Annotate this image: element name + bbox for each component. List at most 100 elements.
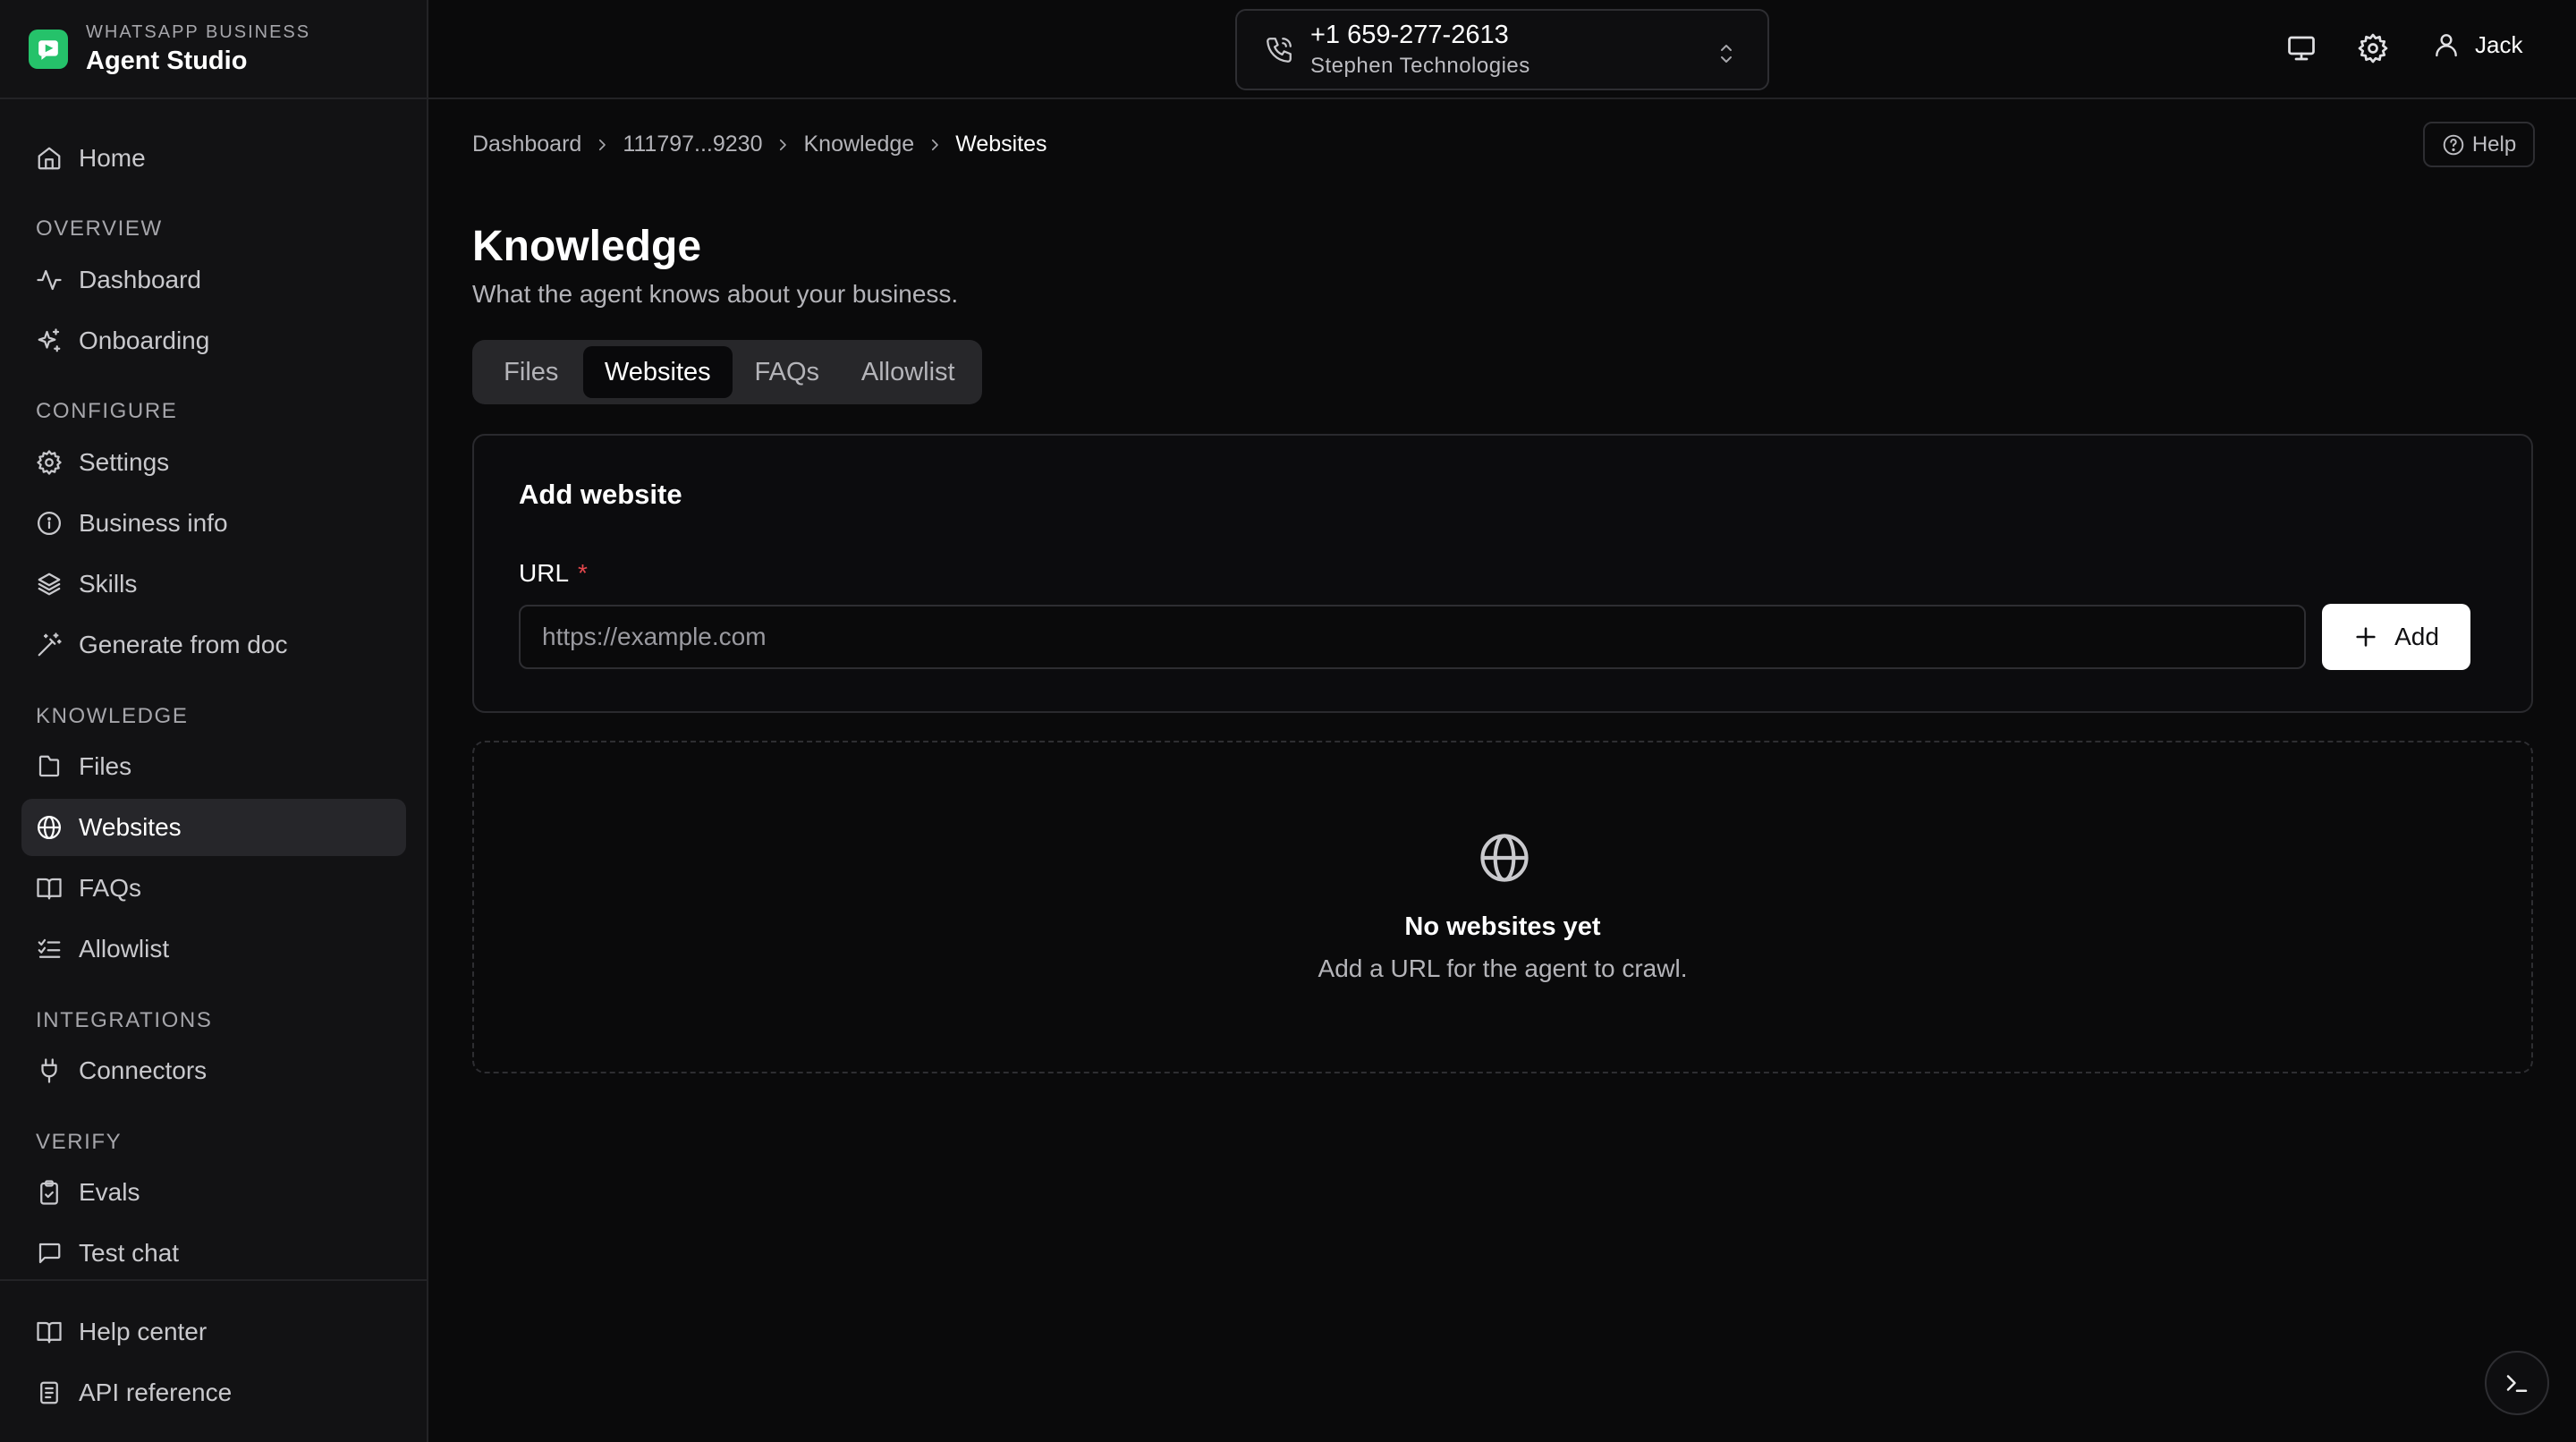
sidebar-item-label: Evals <box>79 1178 140 1206</box>
phone-icon <box>1267 37 1292 63</box>
chevron-right-icon <box>780 139 787 150</box>
user-icon <box>2436 34 2457 57</box>
gear-icon[interactable] <box>2357 32 2389 64</box>
top-header: +1 659-277-2613 Stephen Technologies Jac… <box>428 0 2576 99</box>
magic-wand-icon <box>38 632 62 657</box>
phone-number-selector[interactable]: +1 659-277-2613 Stephen Technologies <box>1235 9 1769 90</box>
sidebar-item-label: Onboarding <box>79 327 210 354</box>
sidebar-item-label: Home <box>79 144 146 172</box>
book-icon <box>37 878 62 900</box>
sidebar-item-label: Allowlist <box>79 935 170 963</box>
layers-icon <box>38 573 61 596</box>
chevron-right-icon <box>599 139 606 150</box>
brand-subtitle: WHATSAPP BUSINESS <box>86 21 311 42</box>
sidebar-item-test-chat[interactable]: Test chat <box>21 1225 406 1282</box>
breadcrumb-current: Websites <box>955 131 1047 157</box>
sidebar-item-api-reference[interactable]: API reference <box>21 1364 406 1421</box>
sidebar-item-label: Dashboard <box>79 266 201 293</box>
sidebar-item-connectors[interactable]: Connectors <box>21 1042 406 1099</box>
empty-state: No websites yet Add a URL for the agent … <box>472 741 2533 1073</box>
add-button-label: Add <box>2394 623 2439 650</box>
sidebar-footer: Help center API reference <box>0 1279 427 1442</box>
required-marker: * <box>578 559 588 587</box>
breadcrumb-item[interactable]: Knowledge <box>803 131 914 157</box>
sidebar-item-label: Generate from doc <box>79 631 288 658</box>
brand-title: Agent Studio <box>86 46 248 75</box>
sidebar-item-label: Settings <box>79 448 170 476</box>
empty-state-title: No websites yet <box>1404 912 1601 941</box>
sparkles-icon <box>38 328 61 352</box>
sidebar-item-files[interactable]: Files <box>21 738 406 795</box>
sidebar-item-onboarding[interactable]: Onboarding <box>21 312 406 369</box>
help-label: Help <box>2471 131 2517 157</box>
monitor-icon[interactable] <box>2285 32 2318 64</box>
clipboard-check-icon <box>40 1180 58 1205</box>
breadcrumb-item[interactable]: 111797...9230 <box>623 131 762 157</box>
sidebar-item-label: Connectors <box>79 1056 208 1084</box>
url-label: URL * <box>519 559 588 588</box>
home-icon <box>38 147 61 170</box>
sidebar-item-label: Help center <box>79 1318 208 1345</box>
sidebar-item-label: API reference <box>79 1378 233 1406</box>
info-icon <box>38 512 61 535</box>
file-icon <box>38 755 60 777</box>
user-name: Jack <box>2475 30 2523 58</box>
sidebar-item-label: Skills <box>79 570 138 598</box>
brand[interactable]: WHATSAPP BUSINESS Agent Studio <box>0 0 427 99</box>
add-website-card: Add website URL * Add <box>472 434 2533 713</box>
message-square-icon <box>38 1243 61 1264</box>
terminal-button[interactable] <box>2485 1351 2549 1415</box>
section-verify: VERIFY <box>36 1130 123 1154</box>
sidebar-item-label: Business info <box>79 509 228 537</box>
help-circle-icon <box>2443 134 2464 155</box>
globe-icon <box>38 816 61 839</box>
section-knowledge: KNOWLEDGE <box>36 704 189 728</box>
tab-websites[interactable]: Websites <box>582 346 733 398</box>
sidebar-item-label: Test chat <box>79 1239 180 1267</box>
chevron-right-icon <box>932 139 939 150</box>
url-label-text: URL <box>519 559 570 587</box>
sidebar-item-home[interactable]: Home <box>21 130 406 187</box>
sidebar-item-settings[interactable]: Settings <box>21 434 406 491</box>
section-overview: OVERVIEW <box>36 216 163 241</box>
section-configure: CONFIGURE <box>36 399 178 423</box>
page-subtitle: What the agent knows about your business… <box>472 280 959 308</box>
sidebar-item-allowlist[interactable]: Allowlist <box>21 920 406 978</box>
tab-faqs[interactable]: FAQs <box>733 346 842 398</box>
sidebar-item-business-info[interactable]: Business info <box>21 495 406 552</box>
sidebar-item-help-center[interactable]: Help center <box>21 1303 406 1361</box>
phone-number: +1 659-277-2613 <box>1310 21 1509 49</box>
sidebar-item-label: Websites <box>79 813 182 841</box>
gear-icon <box>37 450 62 475</box>
help-button[interactable]: Help <box>2423 122 2535 167</box>
app-root: WHATSAPP BUSINESS Agent Studio Home OVER… <box>0 0 2576 1442</box>
sidebar-item-label: FAQs <box>79 874 142 902</box>
globe-icon <box>1480 834 1529 882</box>
tab-allowlist[interactable]: Allowlist <box>842 346 975 398</box>
tab-files[interactable]: Files <box>479 346 583 398</box>
breadcrumb-item[interactable]: Dashboard <box>472 131 581 157</box>
knowledge-tabs: Files Websites FAQs Allowlist <box>472 340 982 404</box>
sidebar-item-generate-from-doc[interactable]: Generate from doc <box>21 616 406 674</box>
url-input[interactable] <box>519 605 2306 669</box>
user-menu[interactable]: Jack <box>2432 30 2522 59</box>
sidebar-item-faqs[interactable]: FAQs <box>21 860 406 917</box>
breadcrumb: Dashboard 111797...9230 Knowledge Websit… <box>472 131 1047 157</box>
sidebar-item-dashboard[interactable]: Dashboard <box>21 251 406 309</box>
sidebar-item-websites[interactable]: Websites <box>21 799 406 856</box>
list-checks-icon <box>38 938 61 958</box>
empty-state-subtitle: Add a URL for the agent to crawl. <box>1318 954 1688 982</box>
page-title: Knowledge <box>472 223 702 270</box>
activity-icon <box>37 269 62 291</box>
sidebar-item-label: Files <box>79 752 132 780</box>
card-title: Add website <box>519 479 682 510</box>
add-website-button[interactable]: Add <box>2322 604 2470 670</box>
book-icon <box>37 1321 62 1344</box>
whatsapp-business-logo-icon <box>29 29 68 69</box>
sidebar-item-skills[interactable]: Skills <box>21 556 406 613</box>
sidebar-item-evals[interactable]: Evals <box>21 1164 406 1221</box>
chevrons-up-down-icon <box>1721 45 1732 63</box>
sidebar: WHATSAPP BUSINESS Agent Studio Home OVER… <box>0 0 428 1442</box>
plus-icon <box>2356 627 2376 647</box>
company-name: Stephen Technologies <box>1310 54 1530 78</box>
